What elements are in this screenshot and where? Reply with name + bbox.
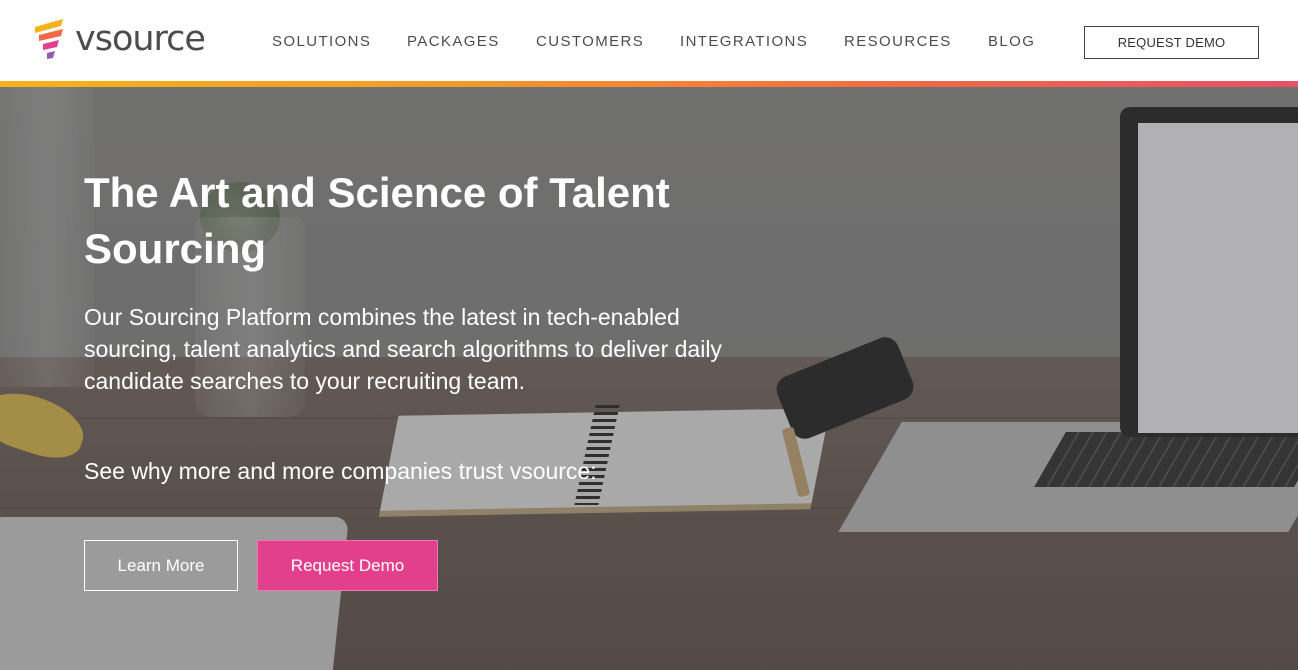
nav-resources[interactable]: RESOURCES — [844, 32, 952, 52]
nav-solutions[interactable]: SOLUTIONS — [272, 32, 371, 52]
hero-section: The Art and Science of Talent Sourcing O… — [0, 87, 1298, 670]
site-header: vsource SOLUTIONS PACKAGES CUSTOMERS INT… — [0, 0, 1298, 81]
learn-more-button[interactable]: Learn More — [84, 540, 238, 591]
nav-packages[interactable]: PACKAGES — [407, 32, 500, 52]
hero-trust-text: See why more and more companies trust vs… — [84, 458, 597, 484]
nav-integrations[interactable]: INTEGRATIONS — [680, 32, 808, 52]
hero-title: The Art and Science of Talent Sourcing — [84, 169, 670, 272]
nav-customers[interactable]: CUSTOMERS — [536, 32, 644, 52]
hero-description: Our Sourcing Platform combines the lates… — [84, 304, 722, 394]
request-demo-button[interactable]: Request Demo — [257, 540, 438, 591]
nav-blog[interactable]: BLOG — [988, 32, 1035, 52]
header-request-demo-button[interactable]: REQUEST DEMO — [1084, 26, 1259, 59]
